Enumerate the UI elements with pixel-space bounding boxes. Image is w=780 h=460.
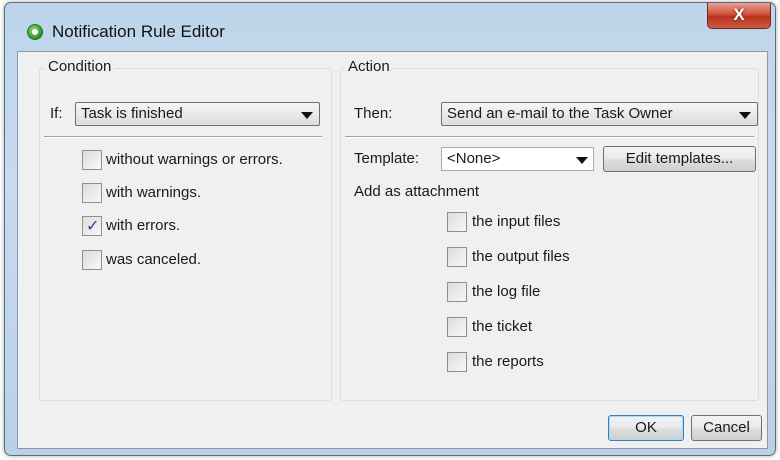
checkbox-was-canceled[interactable] bbox=[82, 250, 102, 270]
checkbox-log-file[interactable] bbox=[447, 282, 467, 302]
checkbox-label[interactable]: the input files bbox=[472, 213, 560, 230]
close-button[interactable]: X bbox=[707, 3, 771, 29]
checkbox-label[interactable]: without warnings or errors. bbox=[106, 151, 283, 168]
then-dropdown[interactable]: Send an e-mail to the Task Owner bbox=[441, 102, 758, 126]
if-label: If: bbox=[50, 105, 63, 122]
checkbox-with-warnings[interactable] bbox=[82, 183, 102, 203]
action-legend: Action bbox=[345, 58, 393, 75]
checkbox-label[interactable]: with warnings. bbox=[106, 184, 201, 201]
title-bar[interactable]: Notification Rule Editor X bbox=[5, 3, 775, 49]
then-dropdown-value: Send an e-mail to the Task Owner bbox=[447, 105, 673, 122]
template-combobox[interactable]: <None> bbox=[441, 147, 594, 171]
checkbox-label[interactable]: was canceled. bbox=[106, 251, 201, 268]
condition-legend: Condition bbox=[45, 58, 115, 75]
edit-templates-button[interactable]: Edit templates... bbox=[603, 146, 756, 172]
condition-separator bbox=[44, 136, 322, 138]
condition-group: Condition If: Task is finished without w… bbox=[39, 58, 332, 401]
app-icon bbox=[27, 24, 43, 40]
action-group: Action Then: Send an e-mail to the Task … bbox=[340, 58, 759, 401]
if-dropdown[interactable]: Task is finished bbox=[75, 102, 320, 126]
template-dropdown-button[interactable] bbox=[575, 148, 593, 170]
checkmark-icon: ✓ bbox=[86, 218, 100, 235]
checkbox-reports[interactable] bbox=[447, 352, 467, 372]
cancel-button[interactable]: Cancel bbox=[691, 415, 762, 441]
then-label: Then: bbox=[354, 105, 393, 122]
template-value: <None> bbox=[447, 150, 501, 167]
checkbox-label[interactable]: the reports bbox=[472, 353, 544, 370]
chevron-down-icon bbox=[576, 157, 588, 164]
checkbox-output-files[interactable] bbox=[447, 247, 467, 267]
template-label: Template: bbox=[354, 150, 420, 167]
dialog-window: Notification Rule Editor X Condition If:… bbox=[4, 2, 776, 456]
checkbox-ticket[interactable] bbox=[447, 317, 467, 337]
chevron-down-icon bbox=[739, 112, 751, 119]
checkbox-label[interactable]: the ticket bbox=[472, 318, 532, 335]
checkbox-label[interactable]: with errors. bbox=[106, 217, 180, 234]
checkbox-label[interactable]: the output files bbox=[472, 248, 570, 265]
ok-button[interactable]: OK bbox=[608, 415, 684, 441]
dialog-body: Condition If: Task is finished without w… bbox=[17, 51, 768, 449]
checkbox-input-files[interactable] bbox=[447, 212, 467, 232]
if-dropdown-value: Task is finished bbox=[81, 105, 183, 122]
checkbox-without-warnings[interactable] bbox=[82, 150, 102, 170]
attachment-label: Add as attachment bbox=[354, 183, 480, 200]
chevron-down-icon bbox=[301, 112, 313, 119]
window-title: Notification Rule Editor bbox=[52, 22, 225, 41]
checkbox-with-errors[interactable]: ✓ bbox=[82, 216, 102, 236]
checkbox-label[interactable]: the log file bbox=[472, 283, 540, 300]
action-separator bbox=[345, 136, 754, 138]
